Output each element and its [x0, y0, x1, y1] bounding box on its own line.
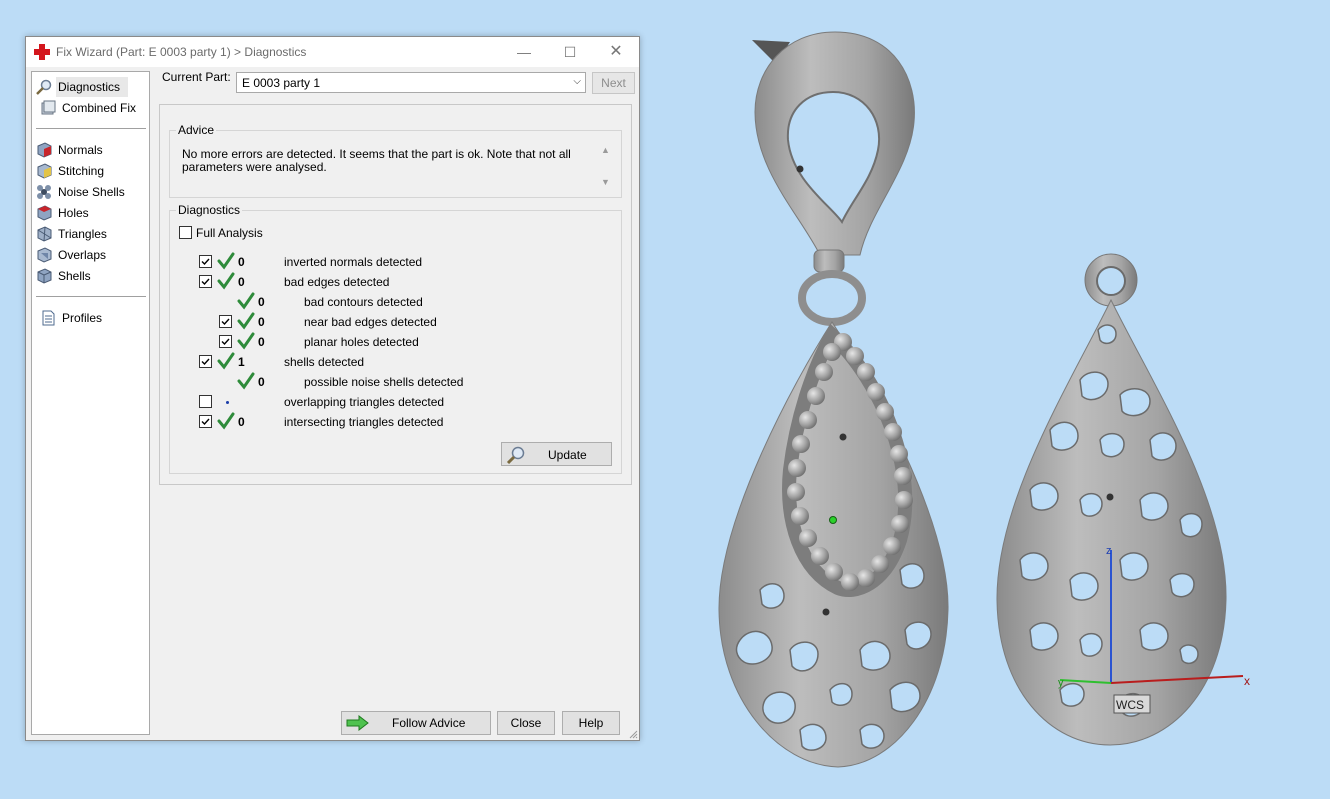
next-button[interactable]: Next — [592, 72, 635, 94]
scroll-up-icon[interactable]: ▲ — [601, 145, 610, 155]
bad-contours-label: bad contours detected — [304, 295, 423, 309]
combined-fix-icon — [41, 100, 56, 115]
intersecting-triangles-count: 0 — [238, 415, 245, 429]
nav-label: Diagnostics — [56, 77, 129, 97]
scroll-down-icon[interactable]: ▼ — [601, 177, 610, 187]
diagnostics-panel: Advice No more errors are detected. It s… — [159, 104, 632, 485]
close-window-button[interactable]: ✕ — [593, 37, 639, 67]
wizard-nav: Diagnostics Combined Fix Normals Stitchi… — [31, 71, 150, 735]
nav-label: Noise Shells — [58, 185, 125, 199]
current-part-select[interactable]: E 0003 party 1 ⌵ — [236, 72, 586, 93]
axis-x-label: x — [1244, 674, 1250, 688]
nav-separator — [36, 128, 146, 129]
arrow-right-icon — [346, 715, 369, 731]
inverted-normals-checkbox[interactable] — [199, 255, 212, 268]
magnifier-icon — [36, 79, 52, 95]
planar-holes-count: 0 — [258, 335, 265, 349]
advice-group: Advice No more errors are detected. It s… — [169, 123, 622, 198]
inverted-normals-label: inverted normals detected — [284, 255, 423, 269]
diagnostics-title: Diagnostics — [176, 203, 243, 217]
nav-label: Shells — [58, 269, 91, 283]
check-icon — [217, 252, 235, 270]
stitching-icon — [37, 163, 52, 179]
check-icon — [237, 332, 255, 350]
current-part-value: E 0003 party 1 — [242, 76, 321, 90]
current-part-label: Current Part: — [162, 70, 231, 84]
overlaps-icon — [37, 247, 52, 263]
update-label: Update — [548, 448, 587, 462]
overlapping-triangles-label: overlapping triangles detected — [284, 395, 445, 409]
nav-label: Profiles — [62, 311, 103, 325]
not-analysed-dot — [226, 401, 229, 404]
axis-y-label: y — [1058, 677, 1064, 689]
shells-checkbox[interactable] — [199, 355, 212, 368]
minimize-button[interactable]: — — [501, 37, 547, 67]
close-button[interactable]: Close — [497, 711, 555, 735]
title-bar[interactable]: Fix Wizard (Part: E 0003 party 1) > Diag… — [26, 37, 639, 67]
follow-advice-label: Follow Advice — [392, 716, 466, 730]
near-bad-edges-checkbox[interactable] — [219, 315, 232, 328]
bad-edges-label: bad edges detected — [284, 275, 390, 289]
chevron-down-icon: ⌵ — [573, 76, 581, 87]
update-button[interactable]: Update — [501, 442, 612, 466]
maximize-button[interactable]: ☐ — [547, 37, 593, 67]
nav-label: Triangles — [58, 227, 107, 241]
planar-holes-label: planar holes detected — [304, 335, 419, 349]
red-cross-icon — [34, 44, 50, 60]
resize-grip-icon[interactable] — [628, 729, 638, 739]
intersecting-triangles-label: intersecting triangles detected — [284, 415, 444, 429]
bad-edges-count: 0 — [238, 275, 245, 289]
advice-scrollbar[interactable]: ▲ ▼ — [599, 145, 613, 187]
check-icon — [237, 312, 255, 330]
document-icon — [42, 310, 55, 326]
wcs-label: WCS — [1116, 698, 1144, 712]
advice-title: Advice — [176, 123, 217, 137]
noise-shells-label: possible noise shells detected — [304, 375, 464, 389]
near-bad-edges-count: 0 — [258, 315, 265, 329]
shells-label: shells detected — [284, 355, 365, 369]
help-button[interactable]: Help — [562, 711, 620, 735]
nav-label: Normals — [58, 143, 103, 157]
intersecting-triangles-checkbox[interactable] — [199, 415, 212, 428]
full-analysis-label: Full Analysis — [196, 226, 263, 240]
bad-contours-count: 0 — [258, 295, 265, 309]
shells-icon — [37, 268, 52, 284]
nav-label: Holes — [58, 206, 89, 220]
check-icon — [237, 292, 255, 310]
check-icon — [217, 352, 235, 370]
near-bad-edges-label: near bad edges detected — [304, 315, 437, 329]
holes-icon — [37, 205, 52, 221]
fix-wizard-dialog: Fix Wizard (Part: E 0003 party 1) > Diag… — [25, 36, 640, 741]
nav-label: Stitching — [58, 164, 105, 178]
diagnostics-group: Diagnostics Full Analysis 0 inverted nor… — [169, 203, 622, 474]
noise-shells-count: 0 — [258, 375, 265, 389]
normals-icon — [37, 142, 52, 158]
window-title: Fix Wizard (Part: E 0003 party 1) > Diag… — [56, 45, 307, 59]
nav-label: Combined Fix — [62, 101, 137, 115]
follow-advice-button[interactable]: Follow Advice — [341, 711, 491, 735]
overlapping-triangles-checkbox[interactable] — [199, 395, 212, 408]
magnifier-icon — [506, 446, 525, 465]
noise-shells-icon — [37, 185, 51, 199]
check-icon — [217, 412, 235, 430]
earring-model-left[interactable] — [718, 31, 949, 768]
nav-label: Overlaps — [58, 248, 107, 262]
nav-separator — [36, 296, 146, 297]
full-analysis-checkbox[interactable] — [179, 226, 192, 239]
triangles-icon — [37, 226, 52, 242]
shells-count: 1 — [238, 355, 245, 369]
check-icon — [217, 272, 235, 290]
advice-text: No more errors are detected. It seems th… — [182, 147, 571, 174]
inverted-normals-count: 0 — [238, 255, 245, 269]
planar-holes-checkbox[interactable] — [219, 335, 232, 348]
check-icon — [237, 372, 255, 390]
bad-edges-checkbox[interactable] — [199, 275, 212, 288]
axis-z-label: z — [1106, 545, 1112, 557]
